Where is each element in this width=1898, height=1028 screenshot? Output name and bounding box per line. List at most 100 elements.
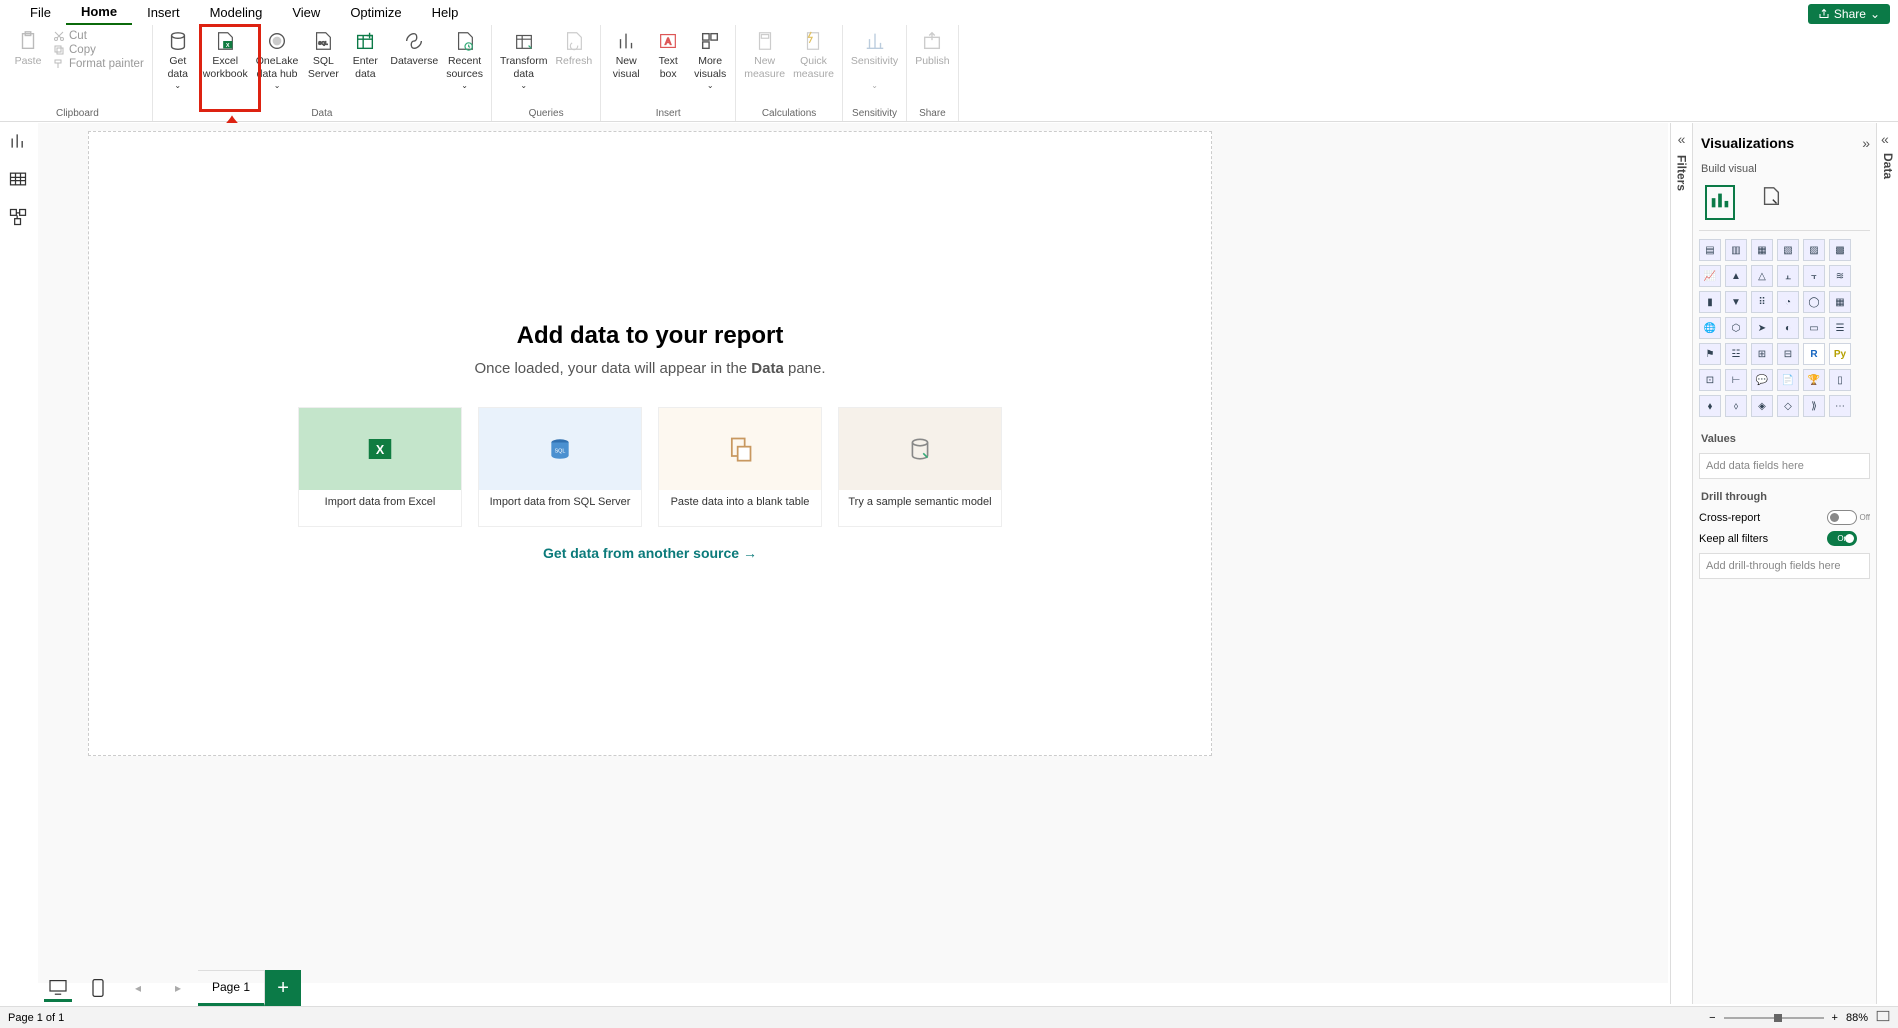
prev-page-button[interactable]: ◂ bbox=[124, 974, 152, 1002]
viz-funnel[interactable]: ▼ bbox=[1725, 291, 1747, 313]
viz-azure-map[interactable]: ➤ bbox=[1751, 317, 1773, 339]
get-data-button[interactable]: Get data⌄ bbox=[157, 27, 199, 93]
values-drop-zone[interactable]: Add data fields here bbox=[1699, 453, 1870, 479]
card-import-sql[interactable]: SQL Import data from SQL Server bbox=[478, 407, 642, 527]
viz-sparkline1[interactable]: ◈ bbox=[1751, 395, 1773, 417]
viz-map[interactable]: 🌐 bbox=[1699, 317, 1721, 339]
tab-file[interactable]: File bbox=[15, 1, 66, 24]
filters-title[interactable]: Filters bbox=[1675, 155, 1689, 191]
viz-stacked-area[interactable]: △ bbox=[1751, 265, 1773, 287]
viz-sparkline3[interactable]: ⟫ bbox=[1803, 395, 1825, 417]
format-visual-mode[interactable] bbox=[1760, 185, 1782, 220]
tab-insert[interactable]: Insert bbox=[132, 1, 195, 24]
quick-measure-button[interactable]: Quick measure bbox=[789, 27, 838, 83]
drillthrough-drop-zone[interactable]: Add drill-through fields here bbox=[1699, 553, 1870, 579]
copy-button[interactable]: Copy bbox=[49, 43, 148, 57]
viz-100-col[interactable]: ▩ bbox=[1829, 239, 1851, 261]
zoom-slider[interactable] bbox=[1724, 1017, 1824, 1019]
data-pane-title[interactable]: Data bbox=[1881, 153, 1895, 179]
enter-data-button[interactable]: Enter data bbox=[344, 27, 386, 83]
viz-filled-map[interactable]: ⬡ bbox=[1725, 317, 1747, 339]
viz-line[interactable]: 📈 bbox=[1699, 265, 1721, 287]
tab-home[interactable]: Home bbox=[66, 0, 132, 25]
viz-card[interactable]: ▭ bbox=[1803, 317, 1825, 339]
viz-waterfall[interactable]: ▮ bbox=[1699, 291, 1721, 313]
viz-paginated[interactable]: ▯ bbox=[1829, 369, 1851, 391]
viz-slicer[interactable]: ☳ bbox=[1725, 343, 1747, 365]
viz-area[interactable]: ▲ bbox=[1725, 265, 1747, 287]
collapse-viz-button[interactable]: » bbox=[1862, 135, 1870, 151]
viz-python[interactable]: Py bbox=[1829, 343, 1851, 365]
publish-button[interactable]: Publish bbox=[911, 27, 953, 70]
viz-narrative[interactable]: 📄 bbox=[1777, 369, 1799, 391]
viz-goals[interactable]: 🏆 bbox=[1803, 369, 1825, 391]
page-tab-1[interactable]: Page 1 bbox=[198, 970, 265, 1006]
recent-sources-button[interactable]: Recent sources⌄ bbox=[442, 27, 487, 93]
viz-gauge[interactable]: ◐ bbox=[1777, 317, 1799, 339]
get-data-another-source-link[interactable]: Get data from another source → bbox=[543, 545, 757, 561]
tab-view[interactable]: View bbox=[277, 1, 335, 24]
card-import-excel[interactable]: X Import data from Excel bbox=[298, 407, 462, 527]
viz-stacked-bar[interactable]: ▤ bbox=[1699, 239, 1721, 261]
viz-powerapps[interactable]: ⬧ bbox=[1699, 395, 1721, 417]
viz-automate[interactable]: ⬨ bbox=[1725, 395, 1747, 417]
viz-clustered-bar[interactable]: ▥ bbox=[1725, 239, 1747, 261]
onelake-button[interactable]: OneLake data hub⌄ bbox=[252, 27, 303, 93]
card-sample-model[interactable]: Try a sample semantic model bbox=[838, 407, 1002, 527]
viz-qna[interactable]: 💬 bbox=[1751, 369, 1773, 391]
viz-get-more[interactable]: ⋯ bbox=[1829, 395, 1851, 417]
cut-button[interactable]: Cut bbox=[49, 29, 148, 43]
table-view-button[interactable] bbox=[8, 169, 30, 191]
fit-page-button[interactable] bbox=[1876, 1010, 1890, 1025]
transform-data-button[interactable]: Transform data⌄ bbox=[496, 27, 551, 93]
viz-line-col[interactable]: ⫠ bbox=[1777, 265, 1799, 287]
build-visual-mode[interactable] bbox=[1705, 185, 1735, 220]
excel-workbook-button[interactable]: XExcel workbook bbox=[199, 27, 252, 83]
more-visuals-button[interactable]: More visuals⌄ bbox=[689, 27, 731, 93]
viz-kpi[interactable]: ⚑ bbox=[1699, 343, 1721, 365]
viz-table[interactable]: ⊞ bbox=[1751, 343, 1773, 365]
paste-button[interactable]: Paste bbox=[7, 27, 49, 70]
tab-help[interactable]: Help bbox=[417, 1, 474, 24]
refresh-button[interactable]: Refresh bbox=[551, 27, 596, 70]
viz-r-script[interactable]: R bbox=[1803, 343, 1825, 365]
cross-report-toggle[interactable] bbox=[1827, 510, 1857, 525]
viz-sparkline2[interactable]: ◇ bbox=[1777, 395, 1799, 417]
viz-pie[interactable]: ◔ bbox=[1777, 291, 1799, 313]
viz-scatter[interactable]: ⠿ bbox=[1751, 291, 1773, 313]
mobile-layout-button[interactable] bbox=[84, 974, 112, 1002]
viz-multi-card[interactable]: ☰ bbox=[1829, 317, 1851, 339]
dataverse-button[interactable]: Dataverse bbox=[386, 27, 442, 70]
zoom-out-button[interactable]: − bbox=[1709, 1012, 1715, 1024]
viz-stacked-col[interactable]: ▦ bbox=[1751, 239, 1773, 261]
share-button[interactable]: Share ⌄ bbox=[1808, 4, 1890, 24]
next-page-button[interactable]: ▸ bbox=[164, 974, 192, 1002]
text-box-button[interactable]: AText box bbox=[647, 27, 689, 83]
tab-modeling[interactable]: Modeling bbox=[195, 1, 278, 24]
new-measure-button[interactable]: New measure bbox=[740, 27, 789, 83]
report-view-button[interactable] bbox=[8, 131, 30, 153]
model-view-button[interactable] bbox=[8, 207, 30, 229]
expand-filters-button[interactable]: « bbox=[1678, 131, 1686, 147]
viz-100-bar[interactable]: ▨ bbox=[1803, 239, 1825, 261]
viz-treemap[interactable]: ▦ bbox=[1829, 291, 1851, 313]
expand-data-button[interactable]: « bbox=[1881, 131, 1889, 147]
format-painter-button[interactable]: Format painter bbox=[49, 57, 148, 71]
new-visual-button[interactable]: New visual bbox=[605, 27, 647, 83]
zoom-in-button[interactable]: + bbox=[1832, 1012, 1838, 1024]
viz-line-col2[interactable]: ⫟ bbox=[1803, 265, 1825, 287]
tab-optimize[interactable]: Optimize bbox=[335, 1, 416, 24]
viz-ribbon[interactable]: ≋ bbox=[1829, 265, 1851, 287]
add-page-button[interactable]: + bbox=[265, 970, 301, 1006]
report-page[interactable]: Add data to your report Once loaded, you… bbox=[88, 131, 1212, 756]
sensitivity-button[interactable]: Sensitivity⌄ bbox=[847, 27, 902, 93]
empty-state-subtitle: Once loaded, your data will appear in th… bbox=[474, 360, 825, 377]
card-paste-blank[interactable]: Paste data into a blank table bbox=[658, 407, 822, 527]
desktop-layout-button[interactable] bbox=[44, 974, 72, 1002]
viz-key-influencers[interactable]: ⊡ bbox=[1699, 369, 1721, 391]
viz-clustered-col[interactable]: ▧ bbox=[1777, 239, 1799, 261]
sql-server-button[interactable]: SQLSQL Server bbox=[302, 27, 344, 83]
viz-decomposition[interactable]: ⊢ bbox=[1725, 369, 1747, 391]
viz-donut[interactable]: ◯ bbox=[1803, 291, 1825, 313]
viz-matrix[interactable]: ⊟ bbox=[1777, 343, 1799, 365]
